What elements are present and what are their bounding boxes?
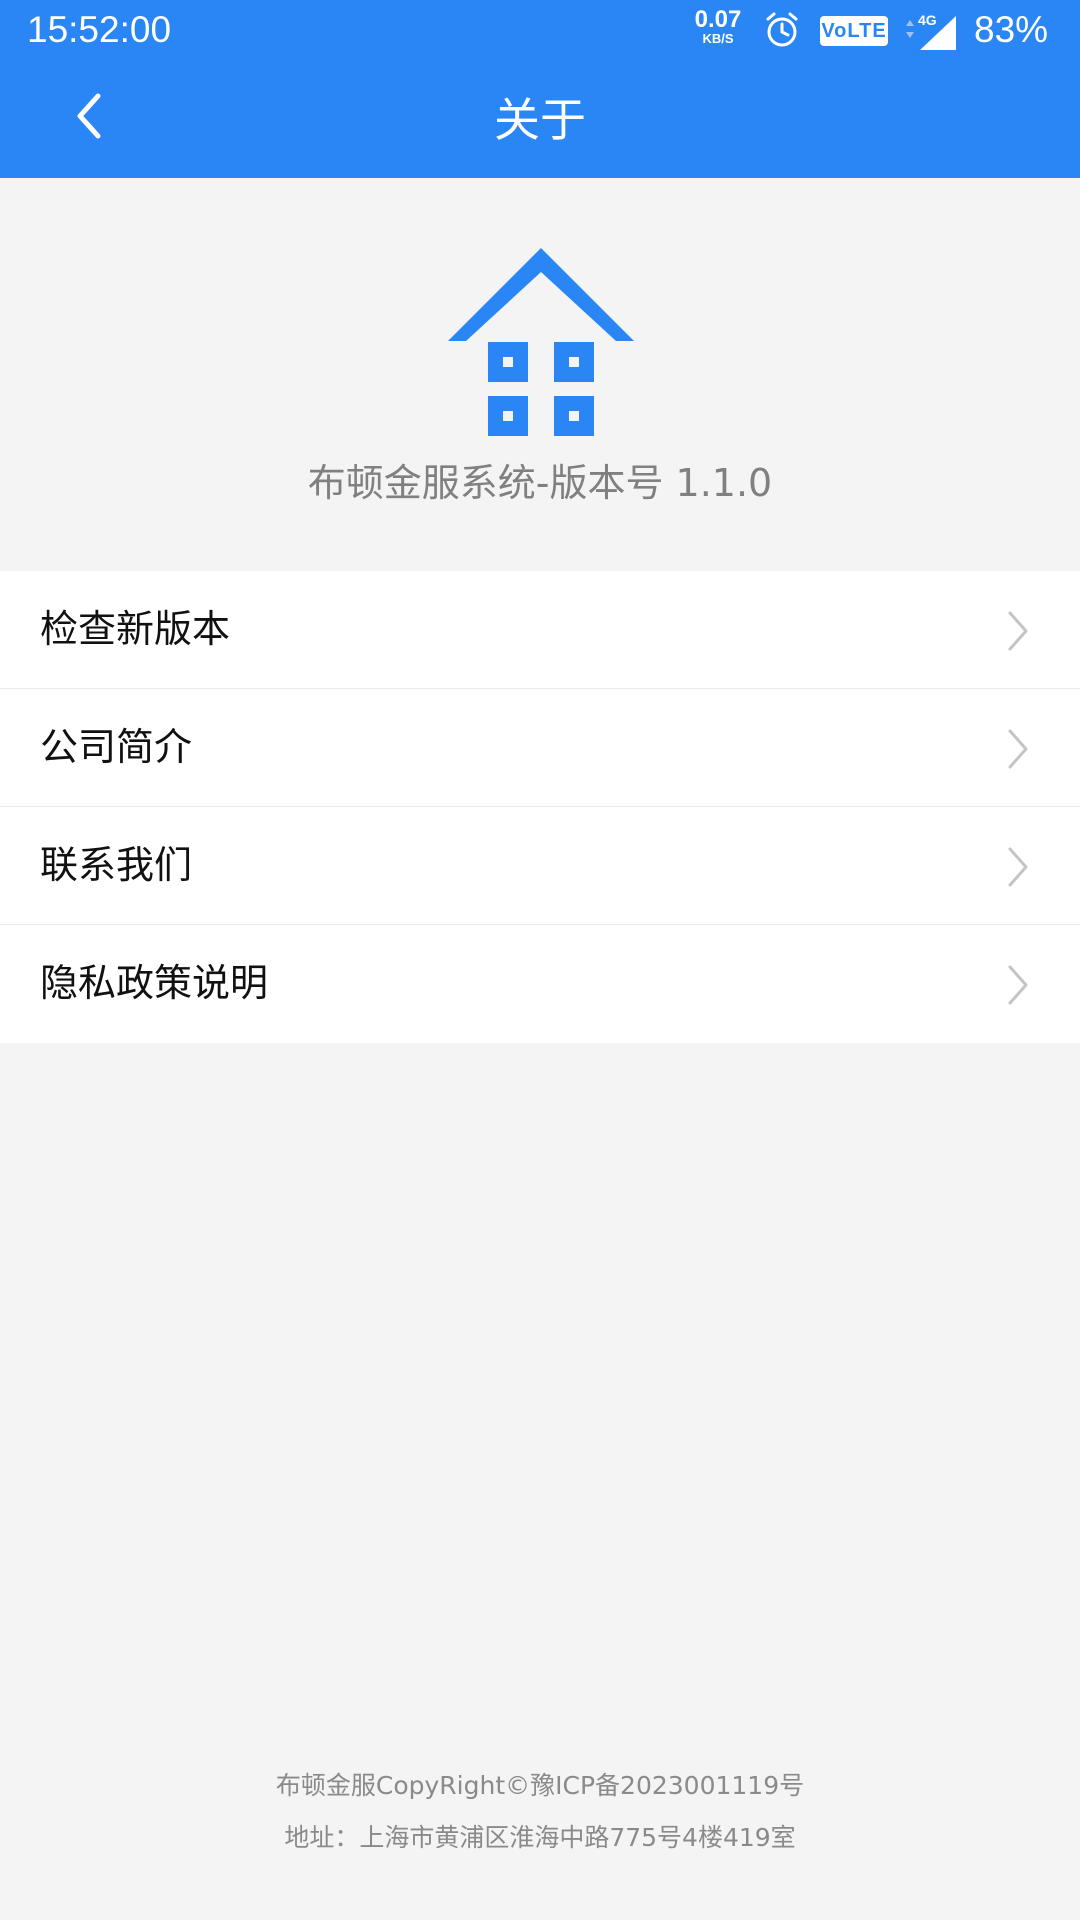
- menu-item-label: 隐私政策说明: [40, 961, 269, 1005]
- house-icon: [448, 248, 634, 436]
- network-speed: 0.07 KB/S: [688, 8, 748, 46]
- chevron-right-icon: [1008, 847, 1028, 887]
- footer: 布顿金服CopyRight©豫ICP备2023001119号 地址：上海市黄浦区…: [0, 1760, 1080, 1864]
- address-text: 地址：上海市黄浦区淮海中路775号4楼419室: [284, 1823, 796, 1852]
- menu-item-contact-us[interactable]: 联系我们: [0, 807, 1080, 925]
- menu-item-label: 公司简介: [40, 725, 193, 769]
- menu-item-check-update[interactable]: 检查新版本: [0, 571, 1080, 689]
- menu-item-company-intro[interactable]: 公司简介: [0, 689, 1080, 807]
- back-button[interactable]: [56, 82, 124, 150]
- settings-menu: 检查新版本 公司简介 联系我们 隐私政策说明: [0, 571, 1080, 1043]
- menu-item-privacy-policy[interactable]: 隐私政策说明: [0, 925, 1080, 1043]
- network-speed-value: 0.07: [694, 6, 742, 33]
- app-header: 15:52:00 0.07 KB/S VoLTE 4G 83% 关于: [0, 0, 1080, 178]
- menu-item-label: 检查新版本: [40, 607, 231, 651]
- status-time: 15:52:00: [27, 9, 172, 50]
- chevron-left-icon: [77, 93, 101, 139]
- menu-item-label: 联系我们: [40, 843, 193, 887]
- about-header: 布顿金服系统-版本号 1.1.0: [0, 178, 1080, 571]
- copyright-text: 布顿金服CopyRight©豫ICP备2023001119号: [275, 1771, 805, 1800]
- network-speed-unit: KB/S: [702, 31, 734, 46]
- nav-bar: 关于: [0, 64, 1080, 178]
- status-bar: 15:52:00 0.07 KB/S VoLTE 4G 83%: [0, 0, 1080, 64]
- version-label: 布顿金服系统-版本号 1.1.0: [307, 461, 773, 505]
- battery-level: 83%: [974, 9, 1049, 50]
- alarm-icon: [766, 12, 798, 47]
- page-title: 关于: [494, 93, 586, 147]
- chevron-right-icon: [1008, 611, 1028, 651]
- chevron-right-icon: [1008, 729, 1028, 769]
- signal-icon: [906, 16, 956, 50]
- chevron-right-icon: [1008, 965, 1028, 1005]
- volte-badge: VoLTE: [820, 16, 888, 46]
